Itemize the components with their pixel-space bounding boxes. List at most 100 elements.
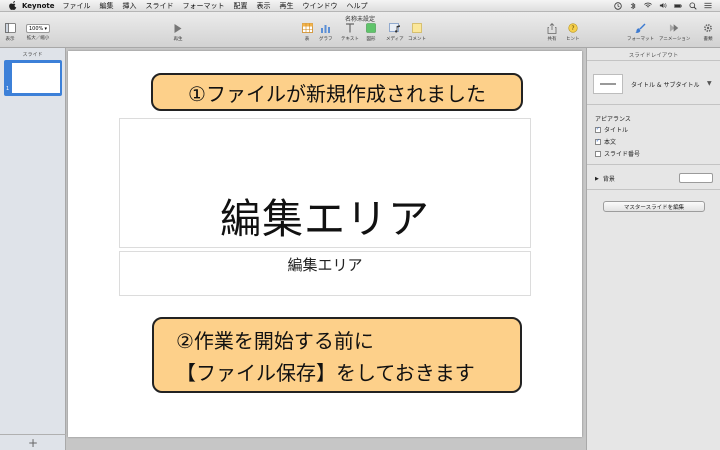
text-button[interactable]: テキスト [341,22,359,42]
format-inspector: スライドレイアウト タイトル & サブタイトル ▼ アピアランス ✓ タイトル … [586,48,720,450]
view-button[interactable]: 表示 [4,22,16,42]
title-placeholder-text: 編集エリア [220,195,430,243]
subtitle-placeholder[interactable]: 編集エリア [119,251,531,296]
svg-text:?: ? [571,25,574,32]
menu-view[interactable]: 表示 [257,1,271,11]
checkbox-body-row[interactable]: ✓ 本文 [595,137,616,146]
menu-slide[interactable]: スライド [146,1,174,11]
window-title: 名称未設定 [344,16,375,23]
checkbox-title-label: タイトル [604,127,629,134]
notification-icon[interactable] [704,2,712,10]
comment-button[interactable]: コメント [408,22,426,42]
menu-insert[interactable]: 挿入 [123,1,137,11]
tips-icon: ? [567,22,579,34]
checkbox-title-row[interactable]: ✓ タイトル [595,125,628,134]
background-color-well[interactable] [679,173,713,183]
chart-label: グラフ [319,37,333,42]
slide-thumbnail-image [12,63,60,93]
disclosure-triangle-icon[interactable]: ▶ [595,176,599,182]
menu-edit[interactable]: 編集 [100,1,114,11]
play-icon [172,22,184,34]
format-button[interactable]: フォーマット [627,22,654,42]
title-placeholder[interactable]: 編集エリア [119,118,531,248]
menu-app-name[interactable]: Keynote [22,2,55,10]
slide[interactable]: ①ファイルが新規作成されました 編集エリア 編集エリア ②作業を開始する前に 【… [68,51,582,437]
background-row[interactable]: ▶ 背景 [595,174,615,184]
volume-icon[interactable] [659,2,667,10]
animate-icon [669,22,681,34]
view-icon [4,22,16,34]
divider [587,189,720,190]
spotlight-icon[interactable] [689,1,697,10]
bluetooth-icon[interactable] [629,2,637,10]
callout-new-file: ①ファイルが新規作成されました [151,73,523,111]
chevron-down-icon: ▾ [44,25,47,32]
checkbox-slide-number-label: スライド番号 [604,151,641,158]
zoom-control[interactable]: 100% ▾ 拡大／縮小 [26,22,50,41]
menu-play[interactable]: 再生 [280,1,294,11]
navigator-title: スライド [22,52,43,58]
tips-button[interactable]: ? ヒント [566,22,580,42]
layout-dropdown-icon[interactable]: ▼ [707,80,712,87]
wifi-icon[interactable] [644,2,652,10]
media-button[interactable]: メディア [386,22,404,42]
slide-number: 1 [6,86,10,92]
checkbox-slide-number-row[interactable]: スライド番号 [595,149,640,158]
animate-button[interactable]: アニメーション [659,22,690,42]
share-button[interactable]: 共有 [546,22,558,42]
comment-icon [411,22,423,34]
share-label: 共有 [547,37,557,42]
document-label: 書類 [703,37,713,42]
checkbox-body[interactable]: ✓ [595,138,601,145]
layout-thumbnail[interactable] [593,74,623,94]
divider [587,60,720,61]
apple-menu-icon[interactable] [8,1,18,11]
chart-button[interactable]: グラフ [319,22,333,42]
share-icon [546,22,558,34]
zoom-select[interactable]: 100% ▾ [26,24,50,33]
animate-label: アニメーション [659,37,691,42]
slide-thumbnail-1[interactable]: 1 [4,60,62,96]
checkbox-slide-number[interactable] [595,150,601,157]
chart-icon [320,22,332,34]
table-icon [301,22,313,34]
edit-master-slide-button[interactable]: マスタースライドを編集 [603,201,705,212]
inspector-title: スライドレイアウト [628,53,679,59]
menu-format[interactable]: フォーマット [183,1,225,11]
menu-arrange[interactable]: 配置 [234,1,248,11]
table-label: 表 [304,37,310,42]
clock-icon[interactable] [614,1,622,10]
play-label: 再生 [173,37,183,42]
appearance-heading: アピアランス [595,116,631,123]
gear-icon [702,22,714,34]
keynote-window: Keynote ファイル 編集 挿入 スライド フォーマット 配置 表示 再生 … [0,0,720,450]
tips-label: ヒント [566,37,580,42]
menu-help[interactable]: ヘルプ [347,1,368,11]
document-button[interactable]: 書類 [702,22,714,42]
shape-icon [365,22,377,34]
table-button[interactable]: 表 [301,22,313,42]
menu-bar: Keynote ファイル 編集 挿入 スライド フォーマット 配置 表示 再生 … [0,0,720,12]
callout-new-file-text: ①ファイルが新規作成されました [188,81,486,106]
shape-label: 図形 [366,37,376,42]
background-label: 背景 [602,176,615,183]
callout-save-file: ②作業を開始する前に 【ファイル保存】をしておきます [152,317,522,393]
play-button[interactable]: 再生 [172,22,184,42]
checkbox-body-label: 本文 [604,139,617,146]
add-slide-button[interactable]: + [0,434,66,450]
shape-button[interactable]: 図形 [365,22,377,42]
media-label: メディア [386,37,404,42]
callout-save-line1: ②作業を開始する前に [176,329,374,353]
comment-label: コメント [408,37,426,42]
toolbar: 名称未設定 表示 100% ▾ 拡大／縮小 再生 表 グラフ テキスト 図形 メ… [0,12,720,48]
layout-name[interactable]: タイトル & サブタイトル [631,80,700,89]
checkbox-title[interactable]: ✓ [595,126,601,133]
media-icon [388,22,401,34]
layout-thumbnail-line [600,83,616,85]
format-brush-icon [635,22,647,34]
menu-file[interactable]: ファイル [63,1,91,11]
menu-window[interactable]: ウインドウ [303,1,338,11]
battery-icon[interactable] [674,2,682,10]
subtitle-placeholder-text: 編集エリア [287,256,363,274]
view-label: 表示 [5,37,15,42]
